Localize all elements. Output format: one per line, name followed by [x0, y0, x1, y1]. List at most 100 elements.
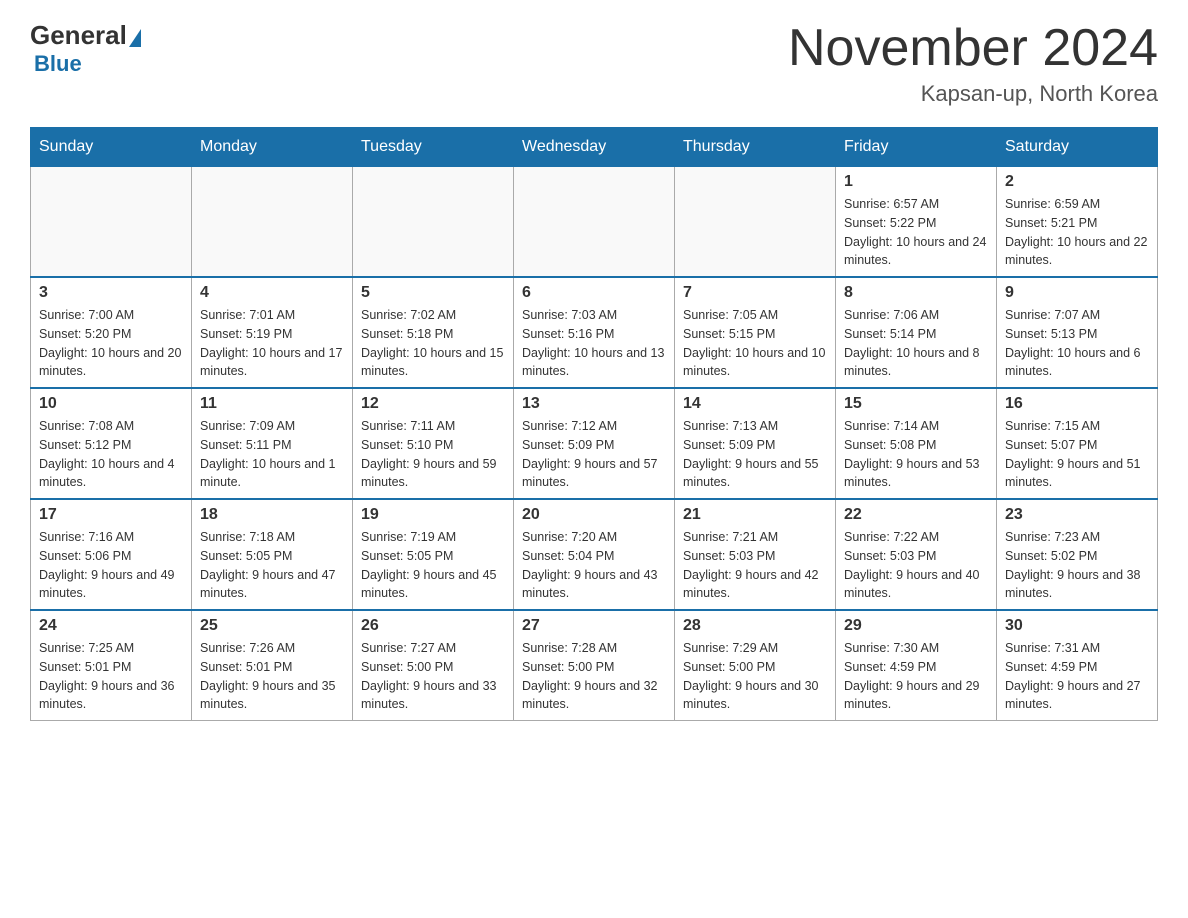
calendar-cell [31, 167, 192, 278]
day-info: Sunrise: 7:07 AMSunset: 5:13 PMDaylight:… [1005, 306, 1149, 381]
logo-blue-text: Blue [34, 51, 82, 77]
day-number: 2 [1005, 173, 1149, 191]
day-info: Sunrise: 7:09 AMSunset: 5:11 PMDaylight:… [200, 417, 344, 492]
day-info: Sunrise: 7:18 AMSunset: 5:05 PMDaylight:… [200, 528, 344, 603]
day-info: Sunrise: 7:12 AMSunset: 5:09 PMDaylight:… [522, 417, 666, 492]
day-number: 18 [200, 506, 344, 524]
day-info: Sunrise: 7:00 AMSunset: 5:20 PMDaylight:… [39, 306, 183, 381]
day-number: 14 [683, 395, 827, 413]
location-subtitle: Kapsan-up, North Korea [788, 81, 1158, 107]
day-number: 23 [1005, 506, 1149, 524]
calendar-cell: 2 Sunrise: 6:59 AMSunset: 5:21 PMDaylight… [997, 167, 1158, 278]
day-info: Sunrise: 7:16 AMSunset: 5:06 PMDaylight:… [39, 528, 183, 603]
day-info: Sunrise: 7:19 AMSunset: 5:05 PMDaylight:… [361, 528, 505, 603]
day-info: Sunrise: 7:26 AMSunset: 5:01 PMDaylight:… [200, 639, 344, 714]
day-info: Sunrise: 7:13 AMSunset: 5:09 PMDaylight:… [683, 417, 827, 492]
day-number: 29 [844, 617, 988, 635]
column-header-monday: Monday [192, 128, 353, 167]
calendar-cell: 25 Sunrise: 7:26 AMSunset: 5:01 PMDayligh… [192, 610, 353, 721]
calendar-cell: 19Sunrise: 7:19 AMSunset: 5:05 PMDayligh… [353, 499, 514, 610]
day-number: 6 [522, 284, 666, 302]
calendar-cell: 5 Sunrise: 7:02 AMSunset: 5:18 PMDaylight… [353, 277, 514, 388]
day-number: 30 [1005, 617, 1149, 635]
calendar-cell: 3 Sunrise: 7:00 AMSunset: 5:20 PMDaylight… [31, 277, 192, 388]
day-info: Sunrise: 7:20 AMSunset: 5:04 PMDaylight:… [522, 528, 666, 603]
calendar-cell: 20 Sunrise: 7:20 AMSunset: 5:04 PMDayligh… [514, 499, 675, 610]
week-row-1: 1 Sunrise: 6:57 AMSunset: 5:22 PMDaylight… [31, 167, 1158, 278]
day-number: 27 [522, 617, 666, 635]
calendar-cell: 14 Sunrise: 7:13 AMSunset: 5:09 PMDayligh… [675, 388, 836, 499]
calendar-cell: 27 Sunrise: 7:28 AMSunset: 5:00 PMDayligh… [514, 610, 675, 721]
week-row-5: 24 Sunrise: 7:25 AMSunset: 5:01 PMDayligh… [31, 610, 1158, 721]
column-header-saturday: Saturday [997, 128, 1158, 167]
calendar-cell: 29 Sunrise: 7:30 AMSunset: 4:59 PMDayligh… [836, 610, 997, 721]
day-info: Sunrise: 7:27 AMSunset: 5:00 PMDaylight:… [361, 639, 505, 714]
calendar-cell [514, 167, 675, 278]
day-info: Sunrise: 7:06 AMSunset: 5:14 PMDaylight:… [844, 306, 988, 381]
day-number: 10 [39, 395, 183, 413]
day-info: Sunrise: 7:15 AMSunset: 5:07 PMDaylight:… [1005, 417, 1149, 492]
day-info: Sunrise: 7:25 AMSunset: 5:01 PMDaylight:… [39, 639, 183, 714]
day-info: Sunrise: 7:01 AMSunset: 5:19 PMDaylight:… [200, 306, 344, 381]
day-info: Sunrise: 7:05 AMSunset: 5:15 PMDaylight:… [683, 306, 827, 381]
logo-general-label: General [30, 20, 127, 51]
day-info: Sunrise: 7:14 AMSunset: 5:08 PMDaylight:… [844, 417, 988, 492]
calendar-cell: 8 Sunrise: 7:06 AMSunset: 5:14 PMDaylight… [836, 277, 997, 388]
calendar-cell: 11 Sunrise: 7:09 AMSunset: 5:11 PMDayligh… [192, 388, 353, 499]
day-number: 22 [844, 506, 988, 524]
month-title: November 2024 [788, 20, 1158, 77]
day-number: 13 [522, 395, 666, 413]
calendar-cell: 21Sunrise: 7:21 AMSunset: 5:03 PMDayligh… [675, 499, 836, 610]
calendar-header-row: SundayMondayTuesdayWednesdayThursdayFrid… [31, 128, 1158, 167]
day-info: Sunrise: 7:28 AMSunset: 5:00 PMDaylight:… [522, 639, 666, 714]
day-info: Sunrise: 6:59 AMSunset: 5:21 PMDaylight:… [1005, 195, 1149, 270]
day-number: 24 [39, 617, 183, 635]
day-number: 9 [1005, 284, 1149, 302]
calendar-cell: 26 Sunrise: 7:27 AMSunset: 5:00 PMDayligh… [353, 610, 514, 721]
page-header: General Blue November 2024 Kapsan-up, No… [30, 20, 1158, 107]
calendar-cell: 1 Sunrise: 6:57 AMSunset: 5:22 PMDaylight… [836, 167, 997, 278]
day-number: 28 [683, 617, 827, 635]
column-header-tuesday: Tuesday [353, 128, 514, 167]
day-number: 5 [361, 284, 505, 302]
calendar-cell: 7 Sunrise: 7:05 AMSunset: 5:15 PMDaylight… [675, 277, 836, 388]
day-number: 11 [200, 395, 344, 413]
calendar-cell: 22 Sunrise: 7:22 AMSunset: 5:03 PMDayligh… [836, 499, 997, 610]
calendar-cell: 4Sunrise: 7:01 AMSunset: 5:19 PMDaylight… [192, 277, 353, 388]
logo-general-text: General [30, 20, 141, 51]
day-number: 1 [844, 173, 988, 191]
calendar-cell: 28Sunrise: 7:29 AMSunset: 5:00 PMDayligh… [675, 610, 836, 721]
calendar-cell: 18 Sunrise: 7:18 AMSunset: 5:05 PMDayligh… [192, 499, 353, 610]
calendar-cell: 24 Sunrise: 7:25 AMSunset: 5:01 PMDayligh… [31, 610, 192, 721]
day-info: Sunrise: 7:08 AMSunset: 5:12 PMDaylight:… [39, 417, 183, 492]
day-number: 20 [522, 506, 666, 524]
day-number: 8 [844, 284, 988, 302]
calendar-cell [675, 167, 836, 278]
week-row-3: 10 Sunrise: 7:08 AMSunset: 5:12 PMDayligh… [31, 388, 1158, 499]
day-number: 16 [1005, 395, 1149, 413]
calendar-table: SundayMondayTuesdayWednesdayThursdayFrid… [30, 127, 1158, 721]
calendar-cell: 15 Sunrise: 7:14 AMSunset: 5:08 PMDayligh… [836, 388, 997, 499]
column-header-sunday: Sunday [31, 128, 192, 167]
column-header-wednesday: Wednesday [514, 128, 675, 167]
week-row-2: 3 Sunrise: 7:00 AMSunset: 5:20 PMDaylight… [31, 277, 1158, 388]
day-info: Sunrise: 7:22 AMSunset: 5:03 PMDaylight:… [844, 528, 988, 603]
title-block: November 2024 Kapsan-up, North Korea [788, 20, 1158, 107]
day-number: 26 [361, 617, 505, 635]
calendar-cell: 10 Sunrise: 7:08 AMSunset: 5:12 PMDayligh… [31, 388, 192, 499]
calendar-cell [353, 167, 514, 278]
day-number: 15 [844, 395, 988, 413]
calendar-cell: 6Sunrise: 7:03 AMSunset: 5:16 PMDaylight… [514, 277, 675, 388]
day-number: 12 [361, 395, 505, 413]
calendar-cell: 13 Sunrise: 7:12 AMSunset: 5:09 PMDayligh… [514, 388, 675, 499]
day-info: Sunrise: 7:02 AMSunset: 5:18 PMDaylight:… [361, 306, 505, 381]
day-number: 7 [683, 284, 827, 302]
day-number: 3 [39, 284, 183, 302]
day-info: Sunrise: 6:57 AMSunset: 5:22 PMDaylight:… [844, 195, 988, 270]
day-number: 25 [200, 617, 344, 635]
calendar-cell: 23Sunrise: 7:23 AMSunset: 5:02 PMDayligh… [997, 499, 1158, 610]
calendar-cell: 16 Sunrise: 7:15 AMSunset: 5:07 PMDayligh… [997, 388, 1158, 499]
calendar-cell: 9 Sunrise: 7:07 AMSunset: 5:13 PMDaylight… [997, 277, 1158, 388]
column-header-friday: Friday [836, 128, 997, 167]
day-info: Sunrise: 7:30 AMSunset: 4:59 PMDaylight:… [844, 639, 988, 714]
